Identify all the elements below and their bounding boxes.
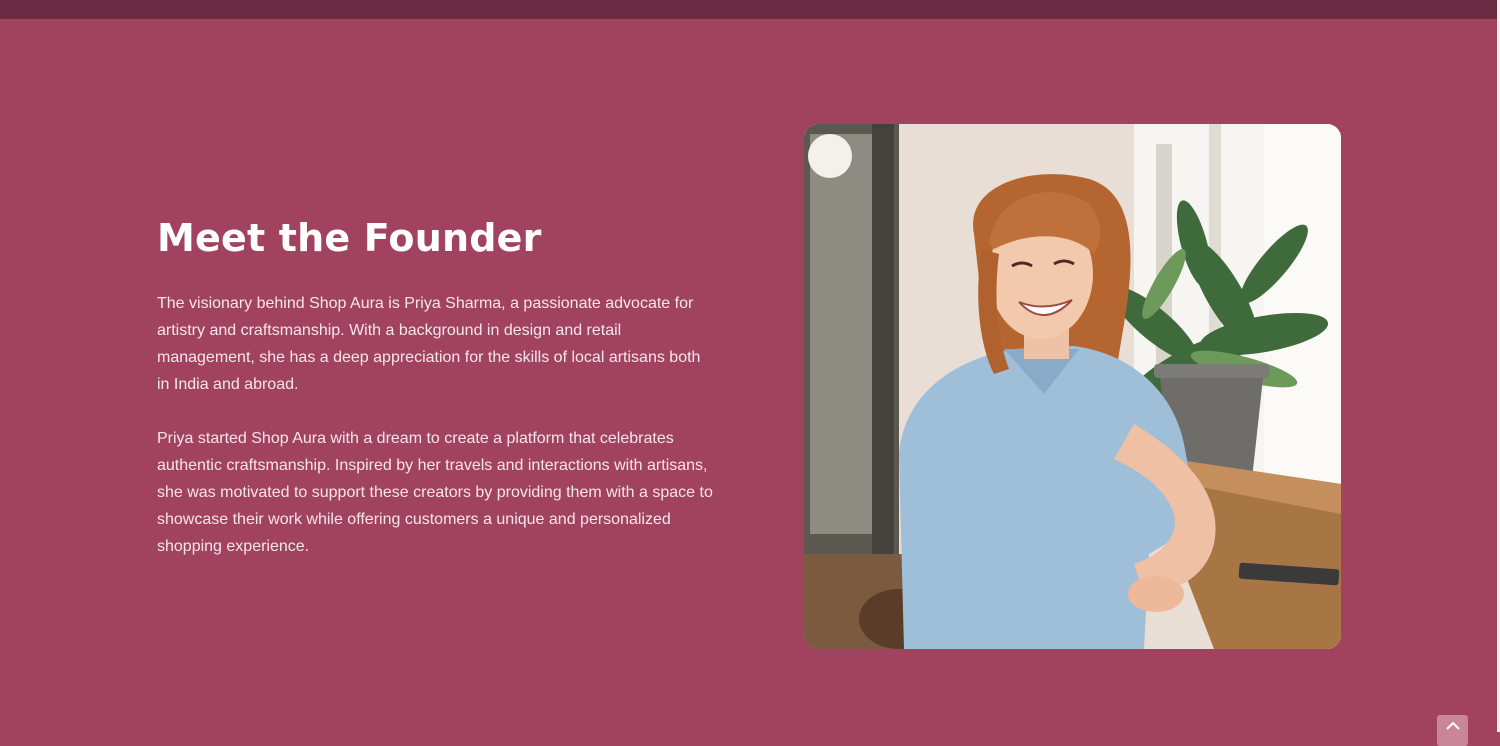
founder-photo <box>804 124 1341 649</box>
founder-paragraph-1: The visionary behind Shop Aura is Priya … <box>157 295 701 393</box>
back-to-top-button[interactable] <box>1437 715 1468 746</box>
founder-paragraph-2: Priya started Shop Aura with a dream to … <box>157 430 713 555</box>
section-title: Meet the Founder <box>157 216 542 260</box>
top-navigation-bar <box>0 0 1500 19</box>
chevron-up-icon <box>1445 721 1460 730</box>
